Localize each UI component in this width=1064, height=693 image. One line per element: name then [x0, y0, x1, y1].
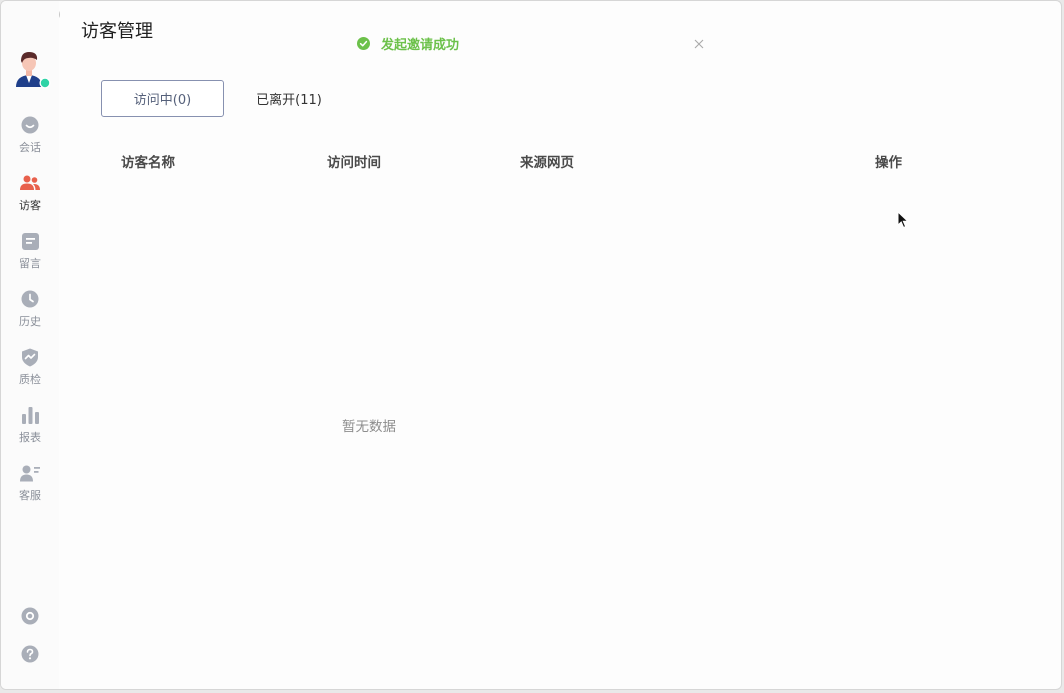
agent-avatar-icon [16, 52, 51, 89]
clock-icon [20, 289, 40, 309]
settings-icon [21, 607, 39, 625]
sidebar-item-label: 质检 [19, 373, 41, 386]
success-check-icon [357, 36, 370, 50]
sidebar-item-label: 访客 [19, 199, 41, 212]
sidebar-item-agents[interactable]: 客服 [1, 463, 59, 521]
chat-bubble-icon [20, 115, 40, 135]
sidebar-item-messages[interactable]: 留言 [1, 231, 59, 289]
avatar[interactable] [11, 49, 51, 91]
column-header-visitor-name: 访客名称 [121, 155, 175, 171]
help-icon [21, 645, 39, 663]
visitors-icon [20, 173, 40, 193]
tab-left[interactable]: 已离开(11) [230, 80, 348, 117]
agent-icon [20, 463, 40, 483]
sidebar-item-label: 报表 [19, 431, 41, 444]
toast-close-button[interactable] [692, 36, 706, 50]
sidebar-item-label: 历史 [19, 315, 41, 328]
visitor-tabs: 访问中(0) 已离开(11) [101, 80, 348, 117]
shield-check-icon [20, 347, 40, 367]
empty-state-text: 暂无数据 [342, 419, 396, 435]
sidebar-item-quality[interactable]: 质检 [1, 347, 59, 405]
sidebar: 会话 访客 留言 历史 质检 报表 客服 [1, 1, 59, 689]
column-header-visit-time: 访问时间 [327, 155, 381, 171]
toast-message: 发起邀请成功 [381, 37, 460, 53]
page-title: 访客管理 [81, 21, 153, 42]
tab-visiting[interactable]: 访问中(0) [101, 80, 224, 117]
sidebar-nav: 会话 访客 留言 历史 质检 报表 客服 [1, 115, 59, 521]
sidebar-item-reports[interactable]: 报表 [1, 405, 59, 463]
message-icon [20, 231, 40, 251]
sidebar-bottom [1, 607, 59, 683]
success-toast: 发起邀请成功 [357, 34, 460, 53]
app-window: 会话 访客 留言 历史 质检 报表 客服 访客管理 发起邀请成功 访问中(0) … [0, 0, 1062, 690]
close-icon [694, 39, 704, 49]
column-header-actions: 操作 [875, 155, 902, 171]
mouse-cursor-icon [897, 211, 909, 229]
column-header-source-page: 来源网页 [520, 155, 574, 171]
table-header: 访客名称 访问时间 来源网页 操作 [1, 151, 1061, 171]
sidebar-item-label: 客服 [19, 489, 41, 502]
online-status-dot [40, 78, 50, 88]
bar-chart-icon [20, 405, 40, 425]
help-button[interactable] [1, 645, 59, 683]
settings-button[interactable] [1, 607, 59, 645]
sidebar-item-label: 留言 [19, 257, 41, 270]
sidebar-item-history[interactable]: 历史 [1, 289, 59, 347]
sidebar-item-visitors[interactable]: 访客 [1, 173, 59, 231]
